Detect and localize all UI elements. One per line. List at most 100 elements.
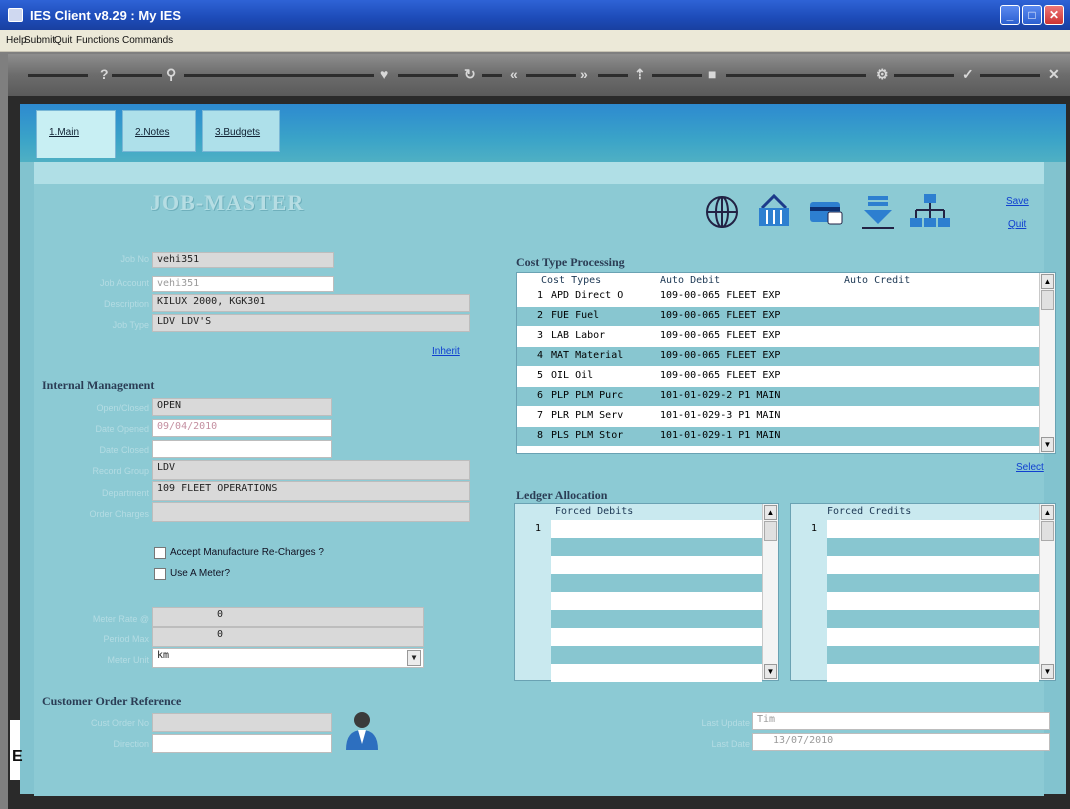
scroll-thumb[interactable]: [1041, 290, 1054, 310]
search-icon[interactable]: ⚲: [166, 66, 176, 83]
description-field[interactable]: KILUX 2000, KGK301: [152, 294, 470, 312]
download-icon[interactable]: [856, 190, 900, 234]
cost-type-scrollbar[interactable]: ▲ ▼: [1039, 273, 1055, 453]
job-type-field[interactable]: LDV LDV'S: [152, 314, 470, 332]
meter-unit-select[interactable]: km ▼: [152, 648, 424, 668]
tab-main[interactable]: 1.Main: [36, 110, 116, 158]
settings-icon[interactable]: ⚙: [876, 66, 889, 83]
quit-link[interactable]: Quit: [1008, 219, 1026, 230]
maximize-button[interactable]: □: [1022, 5, 1042, 25]
forced-credits-scrollbar[interactable]: ▲ ▼: [1039, 504, 1055, 680]
menu-submit[interactable]: Submit: [24, 35, 55, 46]
cost-type-row[interactable]: 7 PLR PLM Serv 101-01-029-3 P1 MAIN: [517, 407, 1039, 426]
top-icon[interactable]: ⇡: [634, 66, 646, 83]
stop-icon[interactable]: ■: [708, 66, 716, 82]
meter-rate-field[interactable]: 0: [152, 607, 424, 627]
tab-notes[interactable]: 2.Notes: [122, 110, 196, 152]
date-opened-field[interactable]: 09/04/2010: [152, 419, 332, 437]
forced-credit-row[interactable]: [827, 664, 1039, 682]
accept-recharges-checkbox[interactable]: [154, 547, 166, 559]
job-no-field[interactable]: vehi351: [152, 252, 334, 268]
record-group-field[interactable]: LDV: [152, 460, 470, 480]
menu-commands[interactable]: Commands: [122, 35, 173, 46]
forced-debit-row[interactable]: [551, 556, 762, 574]
auto-debit-cell: 101-01-029-2 P1 MAIN: [660, 390, 781, 401]
basket-icon[interactable]: [752, 190, 796, 234]
scroll-down-icon[interactable]: ▼: [1041, 664, 1054, 679]
refresh-icon[interactable]: ↻: [464, 66, 476, 83]
heart-icon[interactable]: ♥: [380, 66, 388, 82]
forced-credit-row[interactable]: 1: [811, 520, 1039, 538]
app-icon: [8, 8, 23, 22]
period-max-field[interactable]: 0: [152, 627, 424, 647]
forced-credit-row[interactable]: [827, 538, 1039, 556]
forced-debits-header: Forced Debits: [515, 504, 762, 518]
customer-order-heading: Customer Order Reference: [42, 694, 182, 708]
cust-order-no-field[interactable]: [152, 713, 332, 732]
order-charges-field[interactable]: [152, 502, 470, 522]
user-icon[interactable]: [344, 710, 380, 752]
forward-icon[interactable]: »: [580, 66, 588, 82]
row-number: 7: [537, 410, 544, 421]
exit-icon[interactable]: ✕: [1048, 66, 1060, 83]
col-auto-credit: Auto Credit: [844, 275, 911, 286]
open-closed-field[interactable]: OPEN: [152, 398, 332, 416]
auto-debit-cell: 109-00-065 FLEET EXP: [660, 370, 781, 381]
forced-debit-row[interactable]: [551, 610, 762, 628]
forced-credit-row[interactable]: [827, 646, 1039, 664]
minimize-button[interactable]: _: [1000, 5, 1020, 25]
forced-credit-row[interactable]: [827, 628, 1039, 646]
scroll-thumb[interactable]: [1041, 521, 1054, 541]
save-link[interactable]: Save: [1006, 196, 1029, 207]
scroll-down-icon[interactable]: ▼: [764, 664, 777, 679]
scroll-up-icon[interactable]: ▲: [764, 505, 777, 520]
row-number: 5: [537, 370, 544, 381]
help-icon[interactable]: ?: [100, 66, 109, 82]
menu-functions[interactable]: Functions: [76, 35, 119, 46]
forced-credit-row[interactable]: [827, 610, 1039, 628]
menu-quit[interactable]: Quit: [54, 35, 72, 46]
confirm-icon[interactable]: ✓: [962, 66, 974, 83]
scroll-up-icon[interactable]: ▲: [1041, 505, 1054, 520]
col-forced-debits: Forced Debits: [555, 506, 634, 517]
cost-type-row[interactable]: 6 PLP PLM Purc 101-01-029-2 P1 MAIN: [517, 387, 1039, 406]
org-chart-icon[interactable]: [908, 190, 952, 234]
forced-debit-row[interactable]: [551, 628, 762, 646]
auto-debit-cell: 109-00-065 FLEET EXP: [660, 310, 781, 321]
direction-field[interactable]: [152, 734, 332, 753]
rewind-icon[interactable]: «: [510, 66, 518, 82]
row-number: 8: [537, 430, 544, 441]
forced-credit-row[interactable]: [827, 592, 1039, 610]
cost-type-grid: Cost Types Auto Debit Auto Credit 1 APD D…: [516, 272, 1056, 454]
use-meter-checkbox[interactable]: [154, 568, 166, 580]
scroll-down-icon[interactable]: ▼: [1041, 437, 1054, 452]
forced-debit-row[interactable]: [551, 538, 762, 556]
globe-icon[interactable]: [700, 190, 744, 234]
cost-type-row[interactable]: 8 PLS PLM Stor 101-01-029-1 P1 MAIN: [517, 427, 1039, 446]
cost-type-row[interactable]: 5 OIL Oil 109-00-065 FLEET EXP: [517, 367, 1039, 386]
chevron-down-icon[interactable]: ▼: [407, 650, 421, 666]
cost-type-row[interactable]: 3 LAB Labor 109-00-065 FLEET EXP: [517, 327, 1039, 346]
date-closed-field[interactable]: [152, 440, 332, 458]
forced-credit-row[interactable]: [827, 556, 1039, 574]
forced-debit-row[interactable]: [551, 592, 762, 610]
forced-debit-row[interactable]: [551, 646, 762, 664]
forced-debit-row[interactable]: 1: [535, 520, 762, 538]
date-closed-label: Date Closed: [99, 445, 149, 455]
job-account-field[interactable]: vehi351: [152, 276, 334, 292]
forced-debits-scrollbar[interactable]: ▲ ▼: [762, 504, 778, 680]
scroll-up-icon[interactable]: ▲: [1041, 274, 1054, 289]
tab-budgets[interactable]: 3.Budgets: [202, 110, 280, 152]
scroll-thumb[interactable]: [764, 521, 777, 541]
inherit-link[interactable]: Inherit: [432, 346, 460, 357]
cost-type-row[interactable]: 1 APD Direct O 109-00-065 FLEET EXP: [517, 287, 1039, 306]
forced-debit-row[interactable]: [551, 664, 762, 682]
cost-type-row[interactable]: 2 FUE Fuel 109-00-065 FLEET EXP: [517, 307, 1039, 326]
forced-credit-row[interactable]: [827, 574, 1039, 592]
department-field[interactable]: 109 FLEET OPERATIONS: [152, 481, 470, 501]
cost-type-row[interactable]: 4 MAT Material 109-00-065 FLEET EXP: [517, 347, 1039, 366]
forced-debit-row[interactable]: [551, 574, 762, 592]
payment-icon[interactable]: [804, 190, 848, 234]
close-button[interactable]: ✕: [1044, 5, 1064, 25]
select-link[interactable]: Select: [1016, 462, 1044, 473]
